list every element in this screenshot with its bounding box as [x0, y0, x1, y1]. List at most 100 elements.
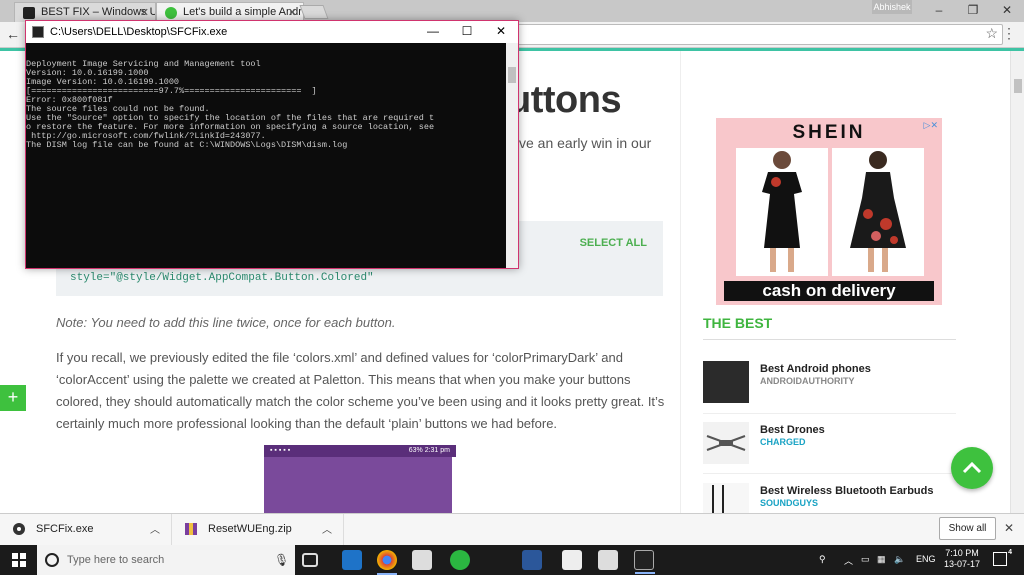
ad-product-image: [832, 148, 924, 276]
chevron-up-icon[interactable]: ︿: [844, 554, 853, 567]
minimize-button[interactable]: –: [922, 0, 956, 22]
download-item[interactable]: ResetWUEng.zip ︿: [172, 514, 344, 546]
list-item[interactable]: Best Drones CHARGED: [703, 422, 983, 466]
maximize-button[interactable]: ☐: [450, 21, 484, 43]
console-line: The DISM log file can be found at C:\WIN…: [26, 140, 348, 150]
clock-date: 13-07-17: [943, 559, 981, 569]
back-arrow-icon[interactable]: ←: [6, 26, 20, 42]
browser-window-controls: – ❐ ✕: [922, 0, 1024, 22]
taskbar-search[interactable]: Type here to search 🎙: [37, 545, 295, 575]
console-app-icon[interactable]: [634, 550, 655, 574]
task-view-icon[interactable]: [302, 553, 318, 567]
article-title: uttons: [508, 79, 622, 121]
phone-status-text: 63% 2:31 pm: [408, 447, 450, 454]
user-profile-badge[interactable]: Abhishek: [872, 0, 912, 14]
microphone-icon[interactable]: 🎙: [274, 553, 289, 567]
list-item[interactable]: Best Wireless Bluetooth Earbuds SOUNDGUY…: [703, 483, 983, 513]
ad-product-image: [736, 148, 828, 276]
list-item[interactable]: Best Android phones ANDROIDAUTHORITY: [703, 361, 983, 405]
tab-android-buttons[interactable]: Let's build a simple Andr ✕: [156, 2, 304, 22]
whatsapp-icon[interactable]: [450, 550, 470, 570]
article-note: Note: You need to add this line twice, o…: [56, 315, 396, 330]
console-app-icon: [32, 26, 44, 38]
ad-choices-icon[interactable]: ▷✕: [924, 120, 938, 131]
page-scrollbar[interactable]: [1010, 51, 1024, 513]
menu-kebab-icon[interactable]: ⋮: [1002, 25, 1016, 42]
list-item-source: ANDROIDAUTHORITY: [760, 376, 855, 386]
windows-taskbar: Type here to search 🎙 ⚲ ︿ ▭ ▦ 🔈 ENG 7:10…: [0, 545, 1024, 575]
restore-button[interactable]: ❐: [956, 0, 990, 22]
close-button[interactable]: ✕: [990, 0, 1024, 22]
phone-screenshot: ▪ ▪ ▪ ▪ ▪ 63% 2:31 pm: [264, 445, 456, 513]
drone-icon: [706, 435, 746, 451]
sidebar-rule: [703, 339, 956, 340]
ad-tagline: cash on delivery: [724, 281, 934, 301]
black-dress-icon: [762, 151, 802, 272]
notification-badge: 4: [1008, 549, 1012, 556]
tab-title: BEST FIX – Windows Upd: [41, 6, 155, 18]
download-filename: SFCFix.exe: [36, 523, 94, 535]
list-item-title[interactable]: Best Wireless Bluetooth Earbuds: [760, 485, 934, 497]
people-icon[interactable]: ⚲: [819, 554, 826, 565]
tab-best-fix[interactable]: BEST FIX – Windows Upd ✕: [14, 2, 156, 22]
bookmark-star-icon[interactable]: ☆: [985, 25, 998, 42]
list-divider: [703, 413, 956, 414]
edge-browser-icon[interactable]: [342, 550, 362, 570]
list-item-title[interactable]: Best Drones: [760, 424, 825, 436]
list-item-source: SOUNDGUYS: [760, 498, 819, 508]
clock-time: 7:10 PM: [945, 548, 979, 558]
browser-tab-strip: BEST FIX – Windows Upd ✕ Let's build a s…: [0, 0, 1024, 22]
scroll-to-top-button[interactable]: [951, 447, 993, 489]
tab-title: Let's build a simple Andr: [183, 6, 302, 18]
thumbnail-image: [703, 422, 749, 464]
close-icon[interactable]: ✕: [1004, 521, 1014, 535]
thumbnail-image: [703, 361, 749, 403]
site-favicon-icon: [23, 7, 35, 19]
phone-edge: [452, 457, 456, 513]
code-line: style="@style/Widget.AppCompat.Button.Co…: [70, 272, 374, 284]
thumbnail-image: [703, 483, 749, 513]
language-indicator[interactable]: ENG: [916, 554, 936, 564]
tab-close-icon[interactable]: ✕: [288, 6, 297, 19]
show-all-button[interactable]: Show all: [939, 517, 996, 540]
taskbar-clock[interactable]: 7:10 PM 13-07-17: [942, 548, 982, 570]
scrollbar-thumb[interactable]: [1014, 79, 1022, 93]
new-tab-button[interactable]: [299, 5, 329, 19]
ad-brand: SHEIN: [792, 122, 866, 143]
select-all-button[interactable]: SELECT ALL: [580, 237, 647, 249]
network-icon[interactable]: ▦: [877, 554, 886, 565]
console-titlebar[interactable]: C:\Users\DELL\Desktop\SFCFix.exe — ☐ ✕: [26, 21, 518, 43]
store-icon[interactable]: [412, 550, 432, 570]
cortana-icon: [45, 553, 59, 567]
article-paragraph: If you recall, we previously edited the …: [56, 350, 665, 431]
share-plus-button[interactable]: +: [0, 385, 26, 411]
downloads-bar: SFCFix.exe ︿ ResetWUEng.zip ︿ Show all ✕: [0, 513, 1024, 546]
scrollbar-thumb[interactable]: [508, 67, 516, 83]
windows-start-icon[interactable]: [12, 553, 26, 567]
app-icon[interactable]: [598, 550, 618, 570]
download-item[interactable]: SFCFix.exe ︿: [0, 514, 172, 546]
console-window[interactable]: C:\Users\DELL\Desktop\SFCFix.exe — ☐ ✕ D…: [25, 20, 519, 269]
notification-center-icon[interactable]: 4: [993, 549, 1012, 566]
chrome-browser-icon[interactable]: [377, 550, 397, 575]
console-title: C:\Users\DELL\Desktop\SFCFix.exe: [50, 26, 228, 38]
close-button[interactable]: ✕: [484, 21, 518, 43]
chevron-up-icon[interactable]: ︿: [322, 521, 332, 536]
console-output[interactable]: Deployment Image Servicing and Managemen…: [26, 43, 507, 268]
console-scrollbar[interactable]: [506, 43, 518, 268]
chevron-up-icon[interactable]: ︿: [150, 521, 160, 536]
word-icon[interactable]: [522, 550, 542, 570]
tab-close-icon[interactable]: ✕: [140, 6, 149, 19]
console-window-controls: — ☐ ✕: [416, 21, 518, 43]
volume-icon[interactable]: 🔈: [894, 554, 905, 565]
zip-file-icon: [185, 523, 197, 535]
battery-icon[interactable]: ▭: [861, 554, 870, 565]
minimize-button[interactable]: —: [416, 21, 450, 43]
list-item-title[interactable]: Best Android phones: [760, 363, 871, 375]
chevron-up-icon: [962, 461, 982, 474]
shein-ad[interactable]: SHEIN ▷✕ cash on delivery: [716, 118, 942, 305]
list-item-source: CHARGED: [760, 437, 806, 447]
search-placeholder: Type here to search: [67, 554, 165, 566]
mail-icon[interactable]: [562, 550, 582, 570]
earbuds-icon: [712, 485, 724, 513]
